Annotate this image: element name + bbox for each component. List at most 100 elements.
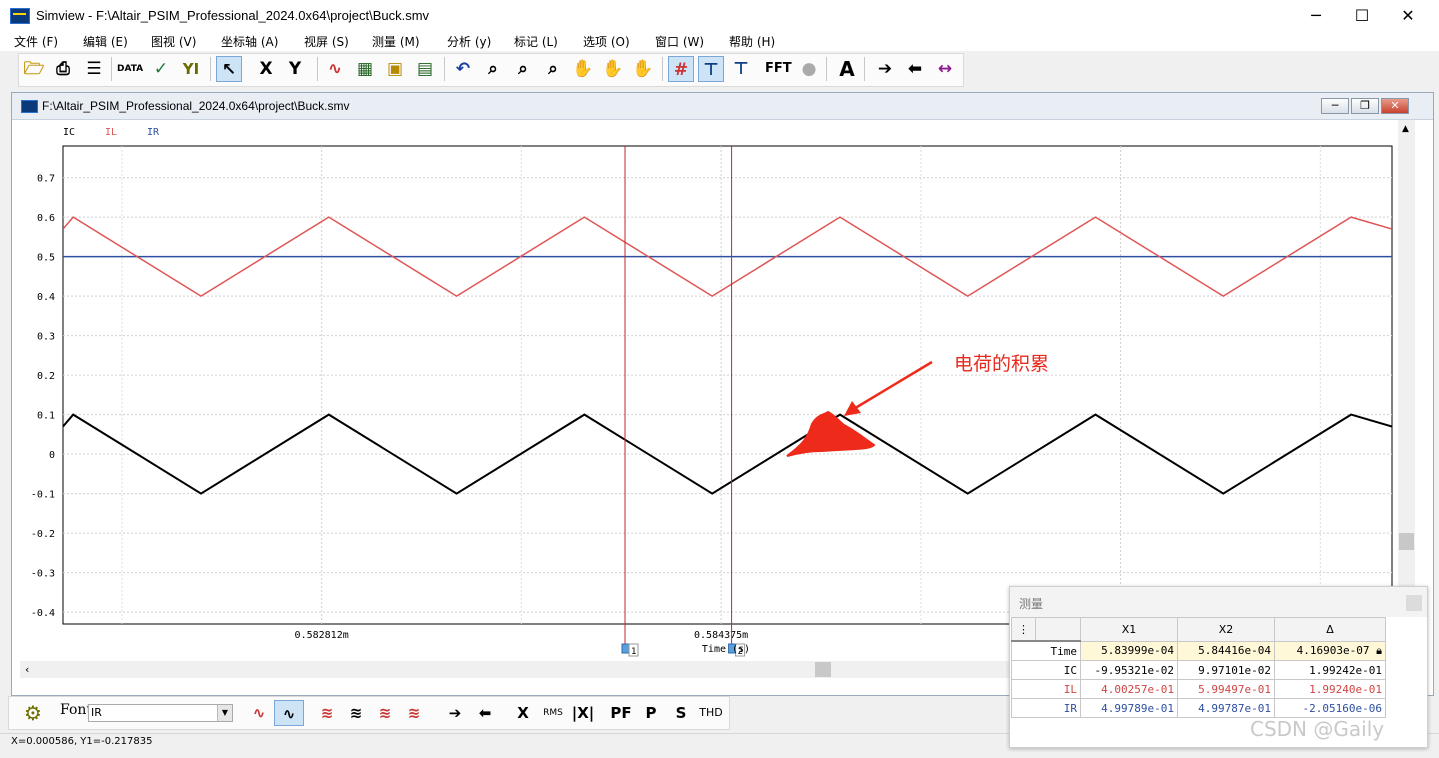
il-x1: 4.00257e-01 [1080, 679, 1178, 699]
zoom-in-icon[interactable]: ⌕ [510, 56, 536, 82]
y-tick-label: -0.2 [31, 529, 55, 540]
waveform-icon[interactable]: ∿ [322, 56, 348, 82]
pan-hand-icon[interactable]: ✋ [570, 56, 596, 82]
move-right-icon[interactable]: ➔ [442, 700, 468, 726]
legend: IC IL IR [63, 127, 160, 138]
screen-icon[interactable]: ▤ [412, 56, 438, 82]
child-close-button[interactable]: ✕ [1381, 98, 1409, 114]
menu-measure[interactable]: 测量 (M) [372, 33, 420, 50]
x-tick-label: 0.584375m [694, 630, 748, 641]
menu-options[interactable]: 选项 (O) [583, 33, 630, 50]
peak-max-icon[interactable]: ∿ [274, 700, 304, 726]
document-icon[interactable]: ☰ [81, 56, 107, 82]
lock-icon[interactable]: 🔒︎ [1376, 644, 1382, 657]
data-icon[interactable]: DATA [117, 56, 143, 82]
abs-mean-button[interactable]: |X| [570, 700, 596, 726]
y-tick-label: 0.5 [37, 253, 55, 264]
next-valley-icon[interactable]: ≋ [400, 700, 428, 726]
move-left-icon[interactable]: ⬅ [472, 700, 498, 726]
scroll-up-icon[interactable]: ▲ [1402, 124, 1409, 134]
fft-button[interactable]: FFT [765, 56, 792, 82]
zoom-icon[interactable]: ⌕ [480, 56, 506, 82]
menu-label[interactable]: 标记 (L) [514, 33, 558, 50]
menu-file[interactable]: 文件 (F) [14, 33, 58, 50]
x-axis-button[interactable]: X [253, 56, 279, 82]
cursor-coordinates: X=0.000586, Y1=-0.217835 [11, 736, 153, 747]
header-x1: X1 [1080, 617, 1178, 642]
chevron-down-icon[interactable]: ▼ [217, 705, 232, 721]
close-button[interactable]: ✕ [1385, 0, 1431, 31]
apparent-power-button[interactable]: S [668, 700, 694, 726]
menu-help[interactable]: 帮助 (H) [729, 33, 775, 50]
toolbar-separator [662, 57, 663, 81]
menu-window[interactable]: 窗口 (W) [655, 33, 704, 50]
waveform-plot[interactable]: 0.7 0.6 0.5 0.4 0.3 0.2 0.1 0 -0.1 -0.2 -0.3 -0.4 0… [12, 120, 1398, 661]
next-min-icon[interactable]: ≋ [371, 700, 399, 726]
y-axis-button[interactable]: Y [282, 56, 308, 82]
horizontal-scroll-thumb[interactable] [815, 662, 831, 677]
grid-view-icon[interactable]: ▦ [352, 56, 378, 82]
legend-item-ic: IC [63, 127, 75, 138]
menu-analysis[interactable]: 分析 (y) [447, 33, 491, 50]
yi-axis-icon[interactable]: YI [178, 56, 204, 82]
toolbar-separator [210, 57, 211, 81]
thd-button[interactable]: THD [696, 700, 726, 726]
child-minimize-button[interactable]: ─ [1321, 98, 1349, 114]
select-pointer-icon[interactable]: ↖ [216, 56, 242, 82]
double-arrow-icon[interactable]: ↔ [932, 56, 958, 82]
header-blank [1035, 617, 1081, 642]
pan-horizontal-hand-icon[interactable]: ✋ [630, 56, 656, 82]
real-power-button[interactable]: P [638, 700, 664, 726]
menu-view[interactable]: 图视 (V) [151, 33, 196, 50]
ic-delta: 1.99242e-01 [1274, 660, 1386, 680]
toolbar-separator [444, 57, 445, 81]
arrow-left-icon[interactable]: ⬅ [902, 56, 928, 82]
toolbar-separator [826, 57, 827, 81]
row-menu-icon[interactable]: ⋮ [1011, 617, 1036, 642]
next-peak-icon[interactable]: ≋ [342, 700, 370, 726]
pan-vertical-hand-icon[interactable]: ✋ [600, 56, 626, 82]
plot-grid [62, 145, 1393, 625]
child-restore-button[interactable]: ❐ [1351, 98, 1379, 114]
multi-screen-icon[interactable]: ▣ [382, 56, 408, 82]
measure-panel-close-button[interactable] [1406, 595, 1422, 611]
ic-x1: -9.95321e-02 [1080, 660, 1178, 680]
marker-icon[interactable]: ⊤ [728, 56, 754, 82]
mean-button[interactable]: X [510, 700, 536, 726]
toolbar-separator [317, 57, 318, 81]
settings-gear-icon[interactable]: ⚙ [20, 700, 46, 726]
time-x1: 5.83999e-04 [1080, 640, 1178, 661]
peak-min-icon[interactable]: ∿ [245, 700, 273, 726]
toolbar-separator [111, 57, 112, 81]
menu-screen[interactable]: 视屏 (S) [304, 33, 349, 50]
open-folder-icon[interactable]: 🗁 [21, 56, 47, 82]
time-delta-value: 4.16903e-07 [1296, 643, 1370, 657]
zoom-out-icon[interactable]: ⌕ [540, 56, 566, 82]
y-tick-label: 0.3 [37, 332, 55, 343]
measure-row-time: Time 5.83999e-04 5.84416e-04 4.16903e-07… [1011, 640, 1386, 661]
print-icon[interactable]: ⎙ [50, 56, 76, 82]
grid-toggle-icon[interactable]: # [668, 56, 694, 82]
maximize-button[interactable]: ☐ [1339, 0, 1385, 31]
y-tick-label: 0.7 [37, 174, 55, 185]
measure-table-header: ⋮ X1 X2 Δ [1011, 617, 1386, 642]
vertical-scroll-thumb[interactable] [1399, 533, 1414, 550]
power-factor-button[interactable]: PF [608, 700, 634, 726]
font-curve-select[interactable]: IR ▼ [88, 704, 233, 722]
legend-item-il: IL [105, 127, 117, 138]
row-name: IC [1011, 660, 1081, 680]
minimize-button[interactable]: ─ [1293, 0, 1339, 31]
scroll-left-icon[interactable]: ‹ [25, 663, 29, 676]
next-max-icon[interactable]: ≋ [313, 700, 341, 726]
measure-cursor-icon[interactable]: ⊤ [698, 56, 724, 82]
row-name: Time [1011, 640, 1081, 661]
rms-button[interactable]: RMS [538, 700, 568, 726]
chart-plot-icon[interactable]: ✓ [148, 56, 174, 82]
x-tick-label: 0.582812m [295, 630, 349, 641]
arrow-right-icon[interactable]: ➔ [872, 56, 898, 82]
menu-edit[interactable]: 编辑 (E) [83, 33, 128, 50]
undo-zoom-icon[interactable]: ↶ [450, 56, 476, 82]
menu-axis[interactable]: 坐标轴 (A) [221, 33, 278, 50]
time-x2: 5.84416e-04 [1177, 640, 1275, 661]
text-label-button[interactable]: A [834, 56, 860, 82]
